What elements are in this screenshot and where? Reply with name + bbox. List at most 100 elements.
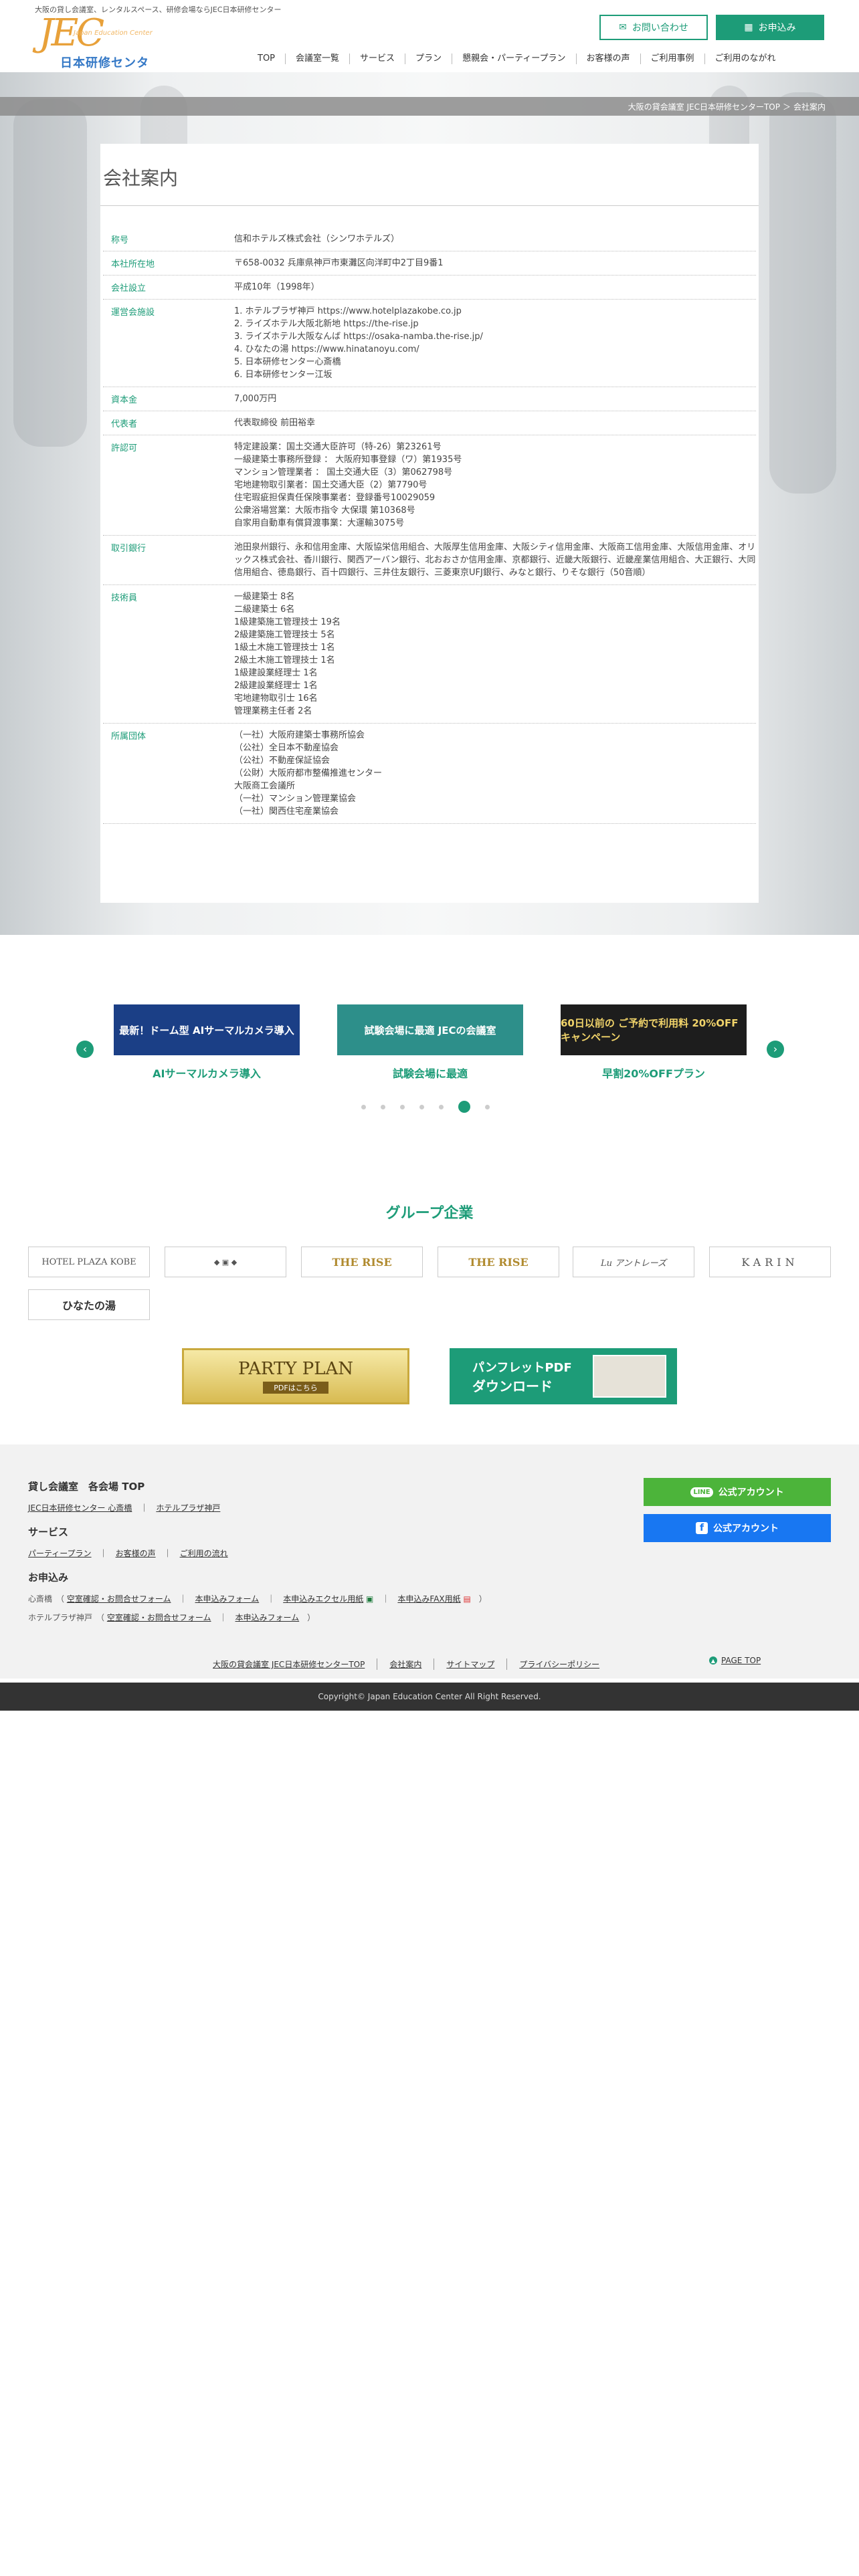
- carousel-next-button[interactable]: ›: [767, 1041, 784, 1058]
- company-table-value: 代表取締役 前田裕幸: [234, 417, 756, 429]
- site-logo[interactable]: JEC Japan Education Center 日本研修センター: [35, 13, 155, 88]
- promo-carousel: ‹ › 最新！ドーム型 AIサーマルカメラ導入 AIサーマルカメラ導入 試験会場…: [0, 983, 859, 1117]
- company-table-line: マンション管理業者 ： 国土交通大臣（3）第062798号: [234, 467, 453, 477]
- carousel-slide[interactable]: 最新！ドーム型 AIサーマルカメラ導入 AIサーマルカメラ導入: [114, 1004, 300, 1081]
- facebook-icon: f: [696, 1522, 708, 1534]
- footer-link-company[interactable]: 会社案内: [377, 1658, 434, 1670]
- carousel-dot[interactable]: [400, 1104, 405, 1109]
- line-account-button[interactable]: LINE 公式アカウント: [644, 1478, 831, 1506]
- company-table-line: （公社）全日本不動産協会: [234, 743, 339, 753]
- contact-button[interactable]: ✉ お問い合わせ: [599, 15, 708, 40]
- carousel-dot[interactable]: [485, 1104, 490, 1109]
- nav-item-service[interactable]: サービス: [349, 53, 405, 64]
- footer-link-inquiry[interactable]: 空室確認・お問合せフォーム: [67, 1594, 171, 1604]
- slide-caption: 試験会場に最適: [392, 1067, 468, 1080]
- company-table-line: 〒658-0032 兵庫県神戸市東灘区向洋町中2丁目9番1: [234, 258, 444, 268]
- company-table-line: 1級建設業経理士 1名: [234, 668, 318, 678]
- company-table-line: 管理業務主任者 2名: [234, 706, 312, 716]
- main-nav: TOP 会議室一覧 サービス プラン 懇親会・パーティープラン お客様の声 ご利…: [248, 53, 786, 64]
- carousel-dot-active[interactable]: [458, 1101, 470, 1113]
- karin-logo[interactable]: KARIN: [709, 1247, 831, 1277]
- contact-button-label: お問い合わせ: [632, 23, 688, 33]
- company-table-key: 会社設立: [111, 284, 147, 294]
- hinatanoyu-logo[interactable]: ひなたの湯: [28, 1289, 150, 1320]
- footer-link-privacy[interactable]: プライバシーポリシー: [506, 1658, 611, 1670]
- footer-link-home[interactable]: 大阪の貸会議室 JEC日本研修センターTOP: [201, 1658, 377, 1670]
- pamphlet-sub: ダウンロード: [472, 1378, 553, 1394]
- breadcrumb-separator: ＞: [782, 102, 791, 112]
- hotel-plaza-kobe-logo[interactable]: HOTEL PLAZA KOBE: [28, 1247, 150, 1277]
- company-table-line: 4. ひなたの湯 https://www.hinatanoyu.com/: [234, 344, 419, 354]
- carousel-dot[interactable]: [439, 1104, 444, 1109]
- carousel-dot[interactable]: [419, 1104, 424, 1109]
- company-table-line: （一社）マンション管理業協会: [234, 794, 357, 804]
- company-table-line: 宅地建物取引士 16名: [234, 693, 318, 704]
- slide-banner: 最新！ドーム型 AIサーマルカメラ導入: [114, 1004, 300, 1055]
- apply-button[interactable]: ▦ お申込み: [716, 15, 824, 40]
- carousel-dot[interactable]: [381, 1104, 385, 1109]
- party-plan-sub: PDFはこちら: [263, 1382, 328, 1394]
- party-plan-banner[interactable]: PARTY PLAN PDFはこちら: [182, 1348, 409, 1404]
- company-table-value: 〒658-0032 兵庫県神戸市東灘区向洋町中2丁目9番1: [234, 257, 756, 270]
- company-table-line: 7,000万円: [234, 394, 277, 404]
- footer-link-excel[interactable]: 本申込みエクセル用紙: [283, 1594, 363, 1604]
- footer-link-kobe-inquiry[interactable]: 空室確認・お問合せフォーム: [107, 1613, 211, 1622]
- company-table-row: 会社設立 平成10年（1998年）: [103, 276, 756, 300]
- footer-link-flow[interactable]: ご利用の流れ: [180, 1549, 228, 1558]
- nav-item-party[interactable]: 懇親会・パーティープラン: [452, 53, 575, 64]
- pamphlet-title: パンフレットPDF: [472, 1360, 572, 1375]
- site-header: 大阪の貸し会議室、レンタルスペース、研修会場ならJEC日本研修センター JEC …: [0, 0, 859, 88]
- footer-link-apply-form[interactable]: 本申込みフォーム: [195, 1594, 260, 1604]
- company-table-line: 池田泉州銀行、永和信用金庫、大阪協栄信用組合、大阪厚生信用金庫、大阪シティ信用金…: [234, 542, 756, 578]
- facebook-account-button[interactable]: f 公式アカウント: [644, 1514, 831, 1542]
- lu-entrez-logo[interactable]: Lu アントレーズ: [573, 1247, 694, 1277]
- nav-item-top[interactable]: TOP: [248, 53, 285, 64]
- nav-item-cases[interactable]: ご利用事例: [640, 53, 704, 64]
- carousel-slide[interactable]: 試験会場に最適 JECの会議室 試験会場に最適: [337, 1004, 523, 1081]
- breadcrumb-home[interactable]: 大阪の貸会議室 JEC日本研修センターTOP: [628, 101, 780, 112]
- company-table-row: 代表者 代表取締役 前田裕幸: [103, 411, 756, 435]
- company-table-value: 池田泉州銀行、永和信用金庫、大阪協栄信用組合、大阪厚生信用金庫、大阪シティ信用金…: [234, 541, 756, 579]
- footer-link-voice[interactable]: お客様の声: [116, 1549, 156, 1558]
- the-rise-namba-logo[interactable]: THE RISE: [438, 1247, 559, 1277]
- company-table-row: 本社所在地 〒658-0032 兵庫県神戸市東灘区向洋町中2丁目9番1: [103, 251, 756, 276]
- page-top-link[interactable]: ▲ PAGE TOP: [709, 1656, 761, 1665]
- group-logo-2[interactable]: ◆ ▣ ◆: [165, 1247, 286, 1277]
- background-figure: [13, 99, 87, 447]
- nav-item-voice[interactable]: お客様の声: [575, 53, 640, 64]
- company-table-key: 代表者: [111, 419, 138, 429]
- footer-link-shinsaibashi[interactable]: JEC日本研修センター 心斎橋: [28, 1503, 132, 1513]
- facebook-account-label: 公式アカウント: [713, 1523, 779, 1534]
- company-table-line: 2級土木施工管理技士 1名: [234, 655, 335, 665]
- footer-venues-links: JEC日本研修センター 心斎橋 ｜ ホテルプラザ神戸: [28, 1503, 221, 1513]
- company-table-line: 6. 日本研修センター江坂: [234, 370, 332, 380]
- calendar-icon: ▦: [744, 22, 753, 33]
- nav-item-rooms[interactable]: 会議室一覧: [285, 53, 349, 64]
- copyright-bar: Copyright© Japan Education Center All Ri…: [0, 1683, 859, 1711]
- logo-sub: Japan Education Center: [74, 29, 153, 37]
- company-table-line: 1級土木施工管理技士 1名: [234, 643, 335, 653]
- excel-icon: ▣: [366, 1594, 374, 1604]
- the-rise-kitashinchi-logo[interactable]: THE RISE: [301, 1247, 423, 1277]
- carousel-slide[interactable]: 60日以前の ご予約で利用料 20%OFF キャンペーン 早割20%OFFプラン: [561, 1004, 747, 1081]
- company-table-line: 信和ホテルズ株式会社（シンワホテルズ）: [234, 234, 400, 244]
- carousel-dot[interactable]: [361, 1104, 366, 1109]
- footer-link-party[interactable]: パーティープラン: [28, 1549, 92, 1558]
- carousel-dots: [361, 1101, 490, 1113]
- company-table-line: 一級建築士 8名: [234, 592, 295, 602]
- company-table-value: 信和ホテルズ株式会社（シンワホテルズ）: [234, 233, 756, 245]
- footer-link-sitemap[interactable]: サイトマップ: [434, 1658, 506, 1670]
- footer-bottom-links: 大阪の貸会議室 JEC日本研修センターTOP 会社案内 サイトマップ プライバシ…: [201, 1658, 611, 1670]
- title-divider: [100, 205, 759, 206]
- nav-item-flow[interactable]: ご利用のながれ: [704, 53, 786, 64]
- footer-link-kobe-apply[interactable]: 本申込みフォーム: [235, 1613, 300, 1622]
- footer-link-kobe[interactable]: ホテルプラザ神戸: [156, 1503, 220, 1513]
- carousel-prev-button[interactable]: ‹: [76, 1041, 94, 1058]
- pamphlet-download-banner[interactable]: パンフレットPDF ダウンロード: [450, 1348, 677, 1404]
- company-table-row: 許認可 特定建設業：国土交通大臣許可（特-26）第23261号 一級建築士事務所登録…: [103, 435, 756, 536]
- company-table-line: （公財）大阪府都市整備推進センター: [234, 768, 383, 778]
- nav-item-plan[interactable]: プラン: [405, 53, 452, 64]
- footer-apply-heading: お申込み: [28, 1572, 69, 1584]
- chevron-left-icon: ‹: [82, 1043, 88, 1055]
- footer-link-fax[interactable]: 本申込みFAX用紙: [397, 1594, 460, 1604]
